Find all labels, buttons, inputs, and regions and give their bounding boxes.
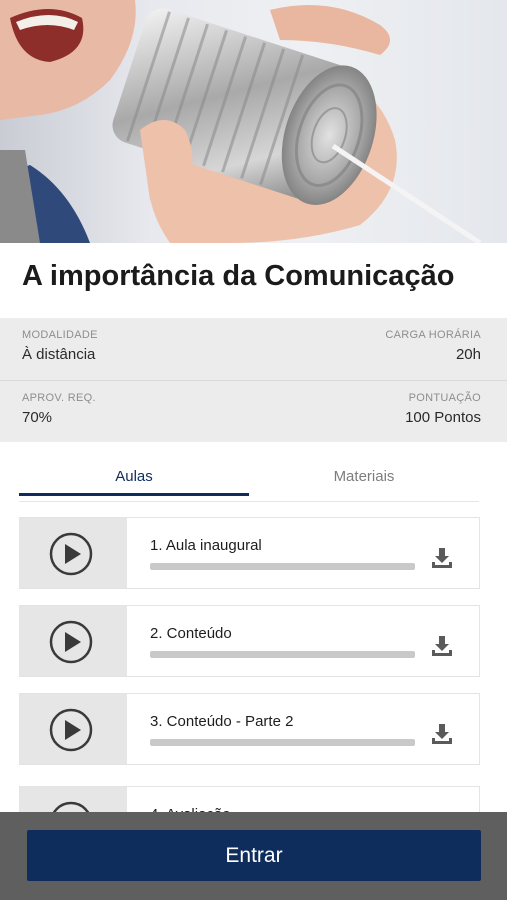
carga-horaria-value: 20h [455,346,481,363]
enter-button[interactable]: Entrar [27,830,481,881]
bottom-action-bar: Entrar [0,812,507,900]
lesson-thumbnail [20,606,127,676]
play-circle-icon[interactable] [49,532,93,576]
aprovacao-value: 70% [22,409,53,426]
lesson-thumbnail [20,518,127,588]
pontuacao-label: PONTUAÇÃO [408,392,481,404]
course-tabs: Aulas Materiais [19,456,479,502]
lesson-item[interactable]: 3. Conteúdo - Parte 2 [19,693,480,765]
lesson-thumbnail [20,694,127,764]
download-icon[interactable] [430,546,454,570]
pontuacao-value: 100 Pontos [405,409,481,426]
play-circle-icon[interactable] [49,708,93,752]
course-title-section: A importância da Comunicação [0,243,507,318]
lesson-progress-bar [150,739,415,746]
pontuacao-field: PONTUAÇÃO 100 Pontos [405,392,481,426]
info-row-2: APROV. REQ. 70% PONTUAÇÃO 100 Pontos [0,380,507,442]
modalidade-label: MODALIDADE [22,329,98,341]
active-tab-indicator [19,493,249,496]
tab-materiais[interactable]: Materiais [249,456,479,498]
lesson-title: 3. Conteúdo - Parte 2 [150,713,294,730]
lesson-progress-bar [150,651,415,658]
course-info-panel: MODALIDADE À distância CARGA HORÁRIA 20h… [0,318,507,442]
modalidade-value: À distância [22,346,96,363]
lesson-title: 1. Aula inaugural [150,537,262,554]
aprovacao-field: APROV. REQ. 70% [22,392,96,426]
tab-aulas[interactable]: Aulas [19,456,249,498]
lesson-item[interactable]: 1. Aula inaugural [19,517,480,589]
carga-horaria-field: CARGA HORÁRIA 20h [385,329,481,363]
course-title: A importância da Comunicação [22,260,455,292]
modalidade-field: MODALIDADE À distância [22,329,98,363]
lesson-item[interactable]: 2. Conteúdo [19,605,480,677]
download-icon[interactable] [430,634,454,658]
course-hero-image [0,0,507,243]
carga-horaria-label: CARGA HORÁRIA [385,329,481,341]
lesson-progress-bar [150,563,415,570]
lesson-title: 2. Conteúdo [150,625,232,642]
play-circle-icon[interactable] [49,620,93,664]
aprovacao-label: APROV. REQ. [22,392,96,404]
download-icon[interactable] [430,722,454,746]
info-row-1: MODALIDADE À distância CARGA HORÁRIA 20h [0,318,507,380]
